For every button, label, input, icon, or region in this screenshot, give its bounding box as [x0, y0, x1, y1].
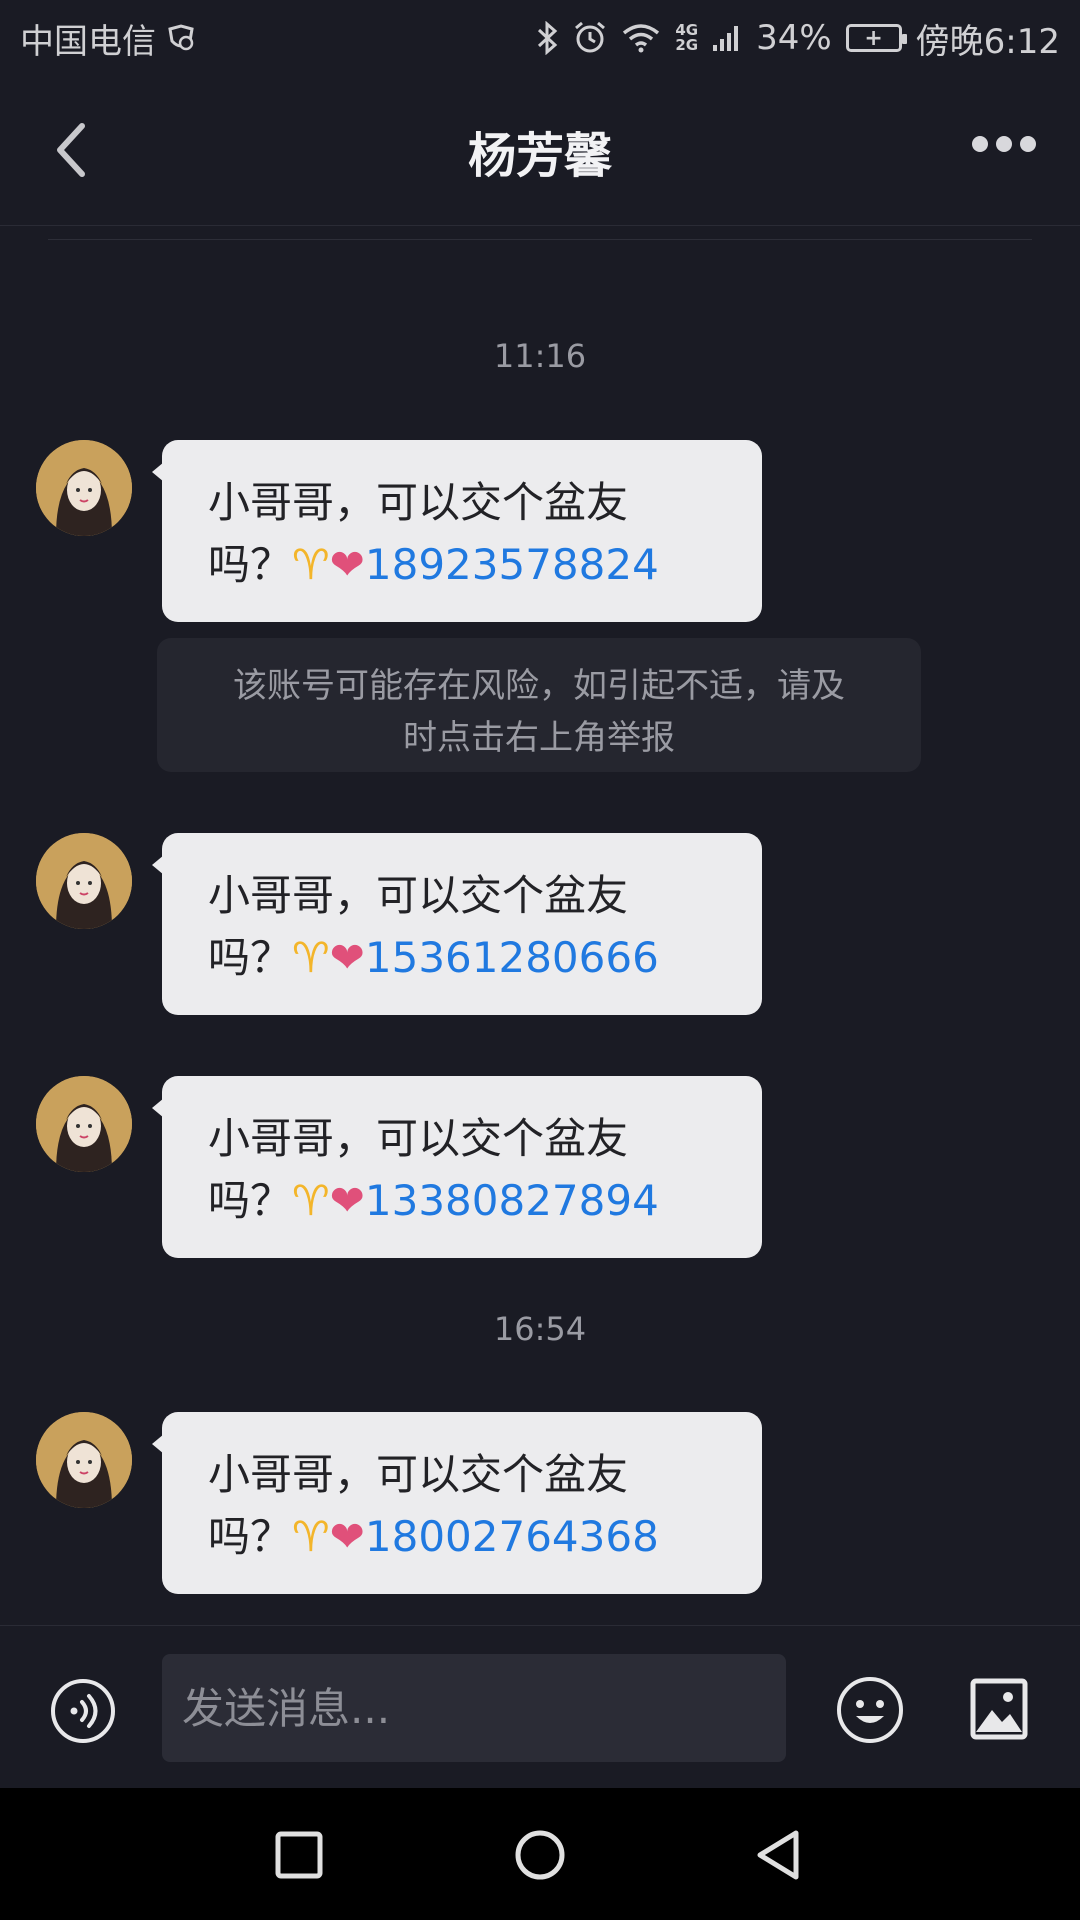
- system-nav-bar: [0, 1788, 1080, 1920]
- message-input-bar: [0, 1625, 1080, 1788]
- more-dot-icon: [1020, 136, 1036, 152]
- back-button[interactable]: [48, 120, 96, 180]
- heart-icon: ❤: [329, 1176, 365, 1225]
- bluetooth-icon: [535, 21, 559, 55]
- risk-warning-notice: 该账号可能存在风险，如引起不适，请及 时点击右上角举报: [157, 638, 921, 772]
- avatar-image: [36, 833, 132, 929]
- carrier-label: 中国电信: [20, 21, 156, 62]
- heart-icon: ❤: [329, 540, 365, 589]
- more-options-button[interactable]: [972, 136, 1036, 152]
- aries-icon: ♈: [292, 1176, 330, 1225]
- avatar-image: [36, 1076, 132, 1172]
- circle-icon: [515, 1830, 565, 1880]
- status-bar: 中国电信 4G 2G 34% + 傍晚6:12: [0, 0, 1080, 76]
- triangle-back-icon: [757, 1830, 799, 1880]
- network-bottom-label: 2G: [675, 36, 699, 54]
- warning-line1: 该账号可能存在风险，如引起不适，请及: [233, 666, 845, 706]
- message-text-prefix: 吗？: [208, 1176, 293, 1225]
- emoji-button[interactable]: [836, 1676, 904, 1744]
- message-text-line1: 小哥哥，可以交个盆友: [208, 1114, 629, 1163]
- phone-link[interactable]: 13380827894: [365, 1176, 659, 1225]
- battery-charging-icon: +: [845, 24, 907, 52]
- phone-link[interactable]: 18923578824: [365, 540, 659, 589]
- avatar-image: [36, 440, 132, 536]
- message-text-line2: 吗？♈❤15361280666: [208, 927, 716, 989]
- chevron-left-icon: [57, 123, 85, 177]
- message-input[interactable]: [162, 1654, 786, 1762]
- voice-icon: [51, 1679, 115, 1743]
- timestamp: 11:16: [493, 337, 587, 375]
- message-bubble[interactable]: 小哥哥，可以交个盆友 吗？♈❤13380827894: [152, 1076, 762, 1258]
- heart-icon: ❤: [329, 933, 365, 982]
- warning-line2: 时点击右上角举报: [403, 718, 675, 758]
- timestamp: 16:54: [493, 1310, 587, 1348]
- image-button[interactable]: [970, 1678, 1028, 1740]
- heart-icon: ❤: [329, 1512, 365, 1561]
- recents-button[interactable]: [272, 1828, 326, 1882]
- home-button[interactable]: [512, 1828, 568, 1882]
- avatar-image: [36, 1412, 132, 1508]
- aries-icon: ♈: [292, 933, 330, 982]
- voice-input-button[interactable]: [50, 1678, 116, 1744]
- avatar[interactable]: [36, 833, 132, 929]
- status-right: 4G 2G 34% + 傍晚6:12: [535, 14, 1060, 63]
- avatar[interactable]: [36, 1412, 132, 1508]
- more-dot-icon: [996, 136, 1012, 152]
- phone-link[interactable]: 15361280666: [365, 933, 659, 982]
- message-text-prefix: 吗？: [208, 540, 293, 589]
- network-type: 4G 2G: [675, 23, 698, 53]
- signal-icon: [712, 23, 742, 53]
- message-text-line2: 吗？♈❤18923578824: [208, 534, 716, 596]
- message-text-prefix: 吗？: [208, 1512, 293, 1561]
- more-dot-icon: [972, 136, 988, 152]
- status-left: 中国电信: [20, 14, 196, 63]
- wifi-icon: [621, 23, 661, 53]
- chat-area[interactable]: 11:16 小哥哥，可以交个盆友 吗？♈❤18923578824 该账号可能存在…: [0, 240, 1080, 1625]
- battery-percent: 34%: [756, 18, 832, 58]
- avatar[interactable]: [36, 440, 132, 536]
- square-icon: [275, 1831, 323, 1879]
- clock: 傍晚6:12: [915, 21, 1060, 62]
- smiley-icon: [837, 1677, 903, 1743]
- hd-call-icon: [166, 23, 196, 53]
- image-icon: [970, 1678, 1028, 1740]
- aries-icon: ♈: [292, 1512, 330, 1561]
- avatar[interactable]: [36, 1076, 132, 1172]
- message-bubble[interactable]: 小哥哥，可以交个盆友 吗？♈❤15361280666: [152, 833, 762, 1015]
- message-text-line1: 小哥哥，可以交个盆友: [208, 871, 629, 920]
- back-nav-button[interactable]: [752, 1828, 806, 1882]
- message-bubble[interactable]: 小哥哥，可以交个盆友 吗？♈❤18002764368: [152, 1412, 762, 1594]
- message-text-line1: 小哥哥，可以交个盆友: [208, 1450, 629, 1499]
- alarm-icon: [573, 21, 607, 55]
- page-title: 杨芳馨: [467, 127, 612, 184]
- message-text-line1: 小哥哥，可以交个盆友: [208, 478, 629, 527]
- message-text-line2: 吗？♈❤13380827894: [208, 1170, 716, 1232]
- message-bubble[interactable]: 小哥哥，可以交个盆友 吗？♈❤18923578824: [152, 440, 762, 622]
- aries-icon: ♈: [292, 540, 330, 589]
- message-text-line2: 吗？♈❤18002764368: [208, 1506, 716, 1568]
- phone-link[interactable]: 18002764368: [365, 1512, 659, 1561]
- message-text-prefix: 吗？: [208, 933, 293, 982]
- chat-header: 杨芳馨: [0, 76, 1080, 226]
